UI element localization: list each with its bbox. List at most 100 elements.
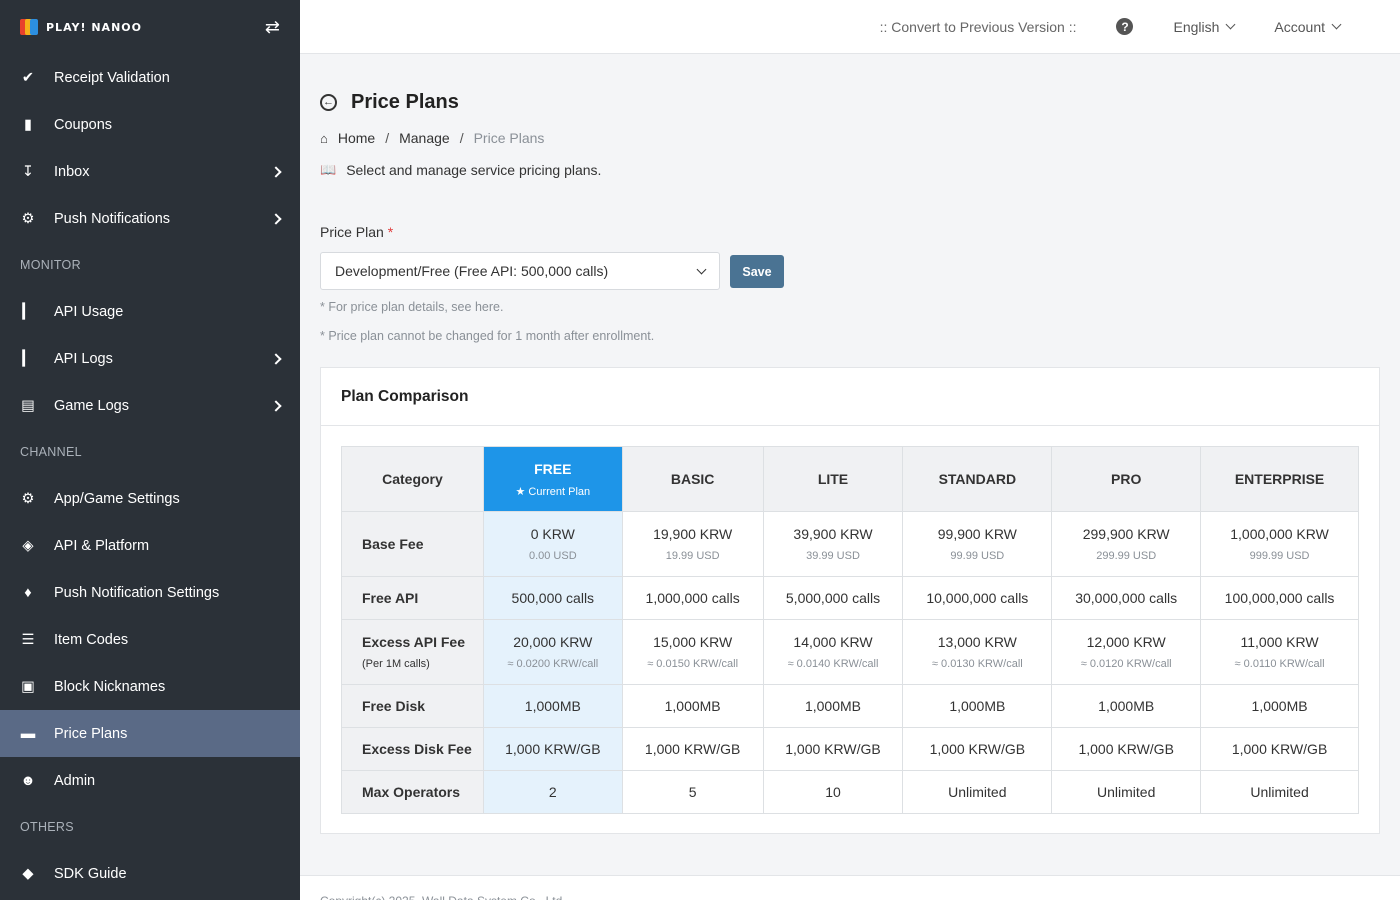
sidebar-item-push-notification-settings[interactable]: ♦ Push Notification Settings	[0, 569, 300, 616]
save-button[interactable]: Save	[730, 255, 784, 288]
cell-subvalue: 0.00 USD	[528, 550, 577, 562]
table-cell: 5,000,000 calls	[762, 576, 904, 620]
main-content: ← Price Plans ⌂ Home / Manage / Price Pl…	[300, 55, 1400, 900]
sidebar-item-app-game-settings[interactable]: ⚙ App/Game Settings	[0, 475, 300, 522]
table-cell: 19,900 KRW 19.99 USD	[621, 511, 764, 577]
user-plus-icon: ☻	[20, 772, 36, 789]
convert-version-link[interactable]: :: Convert to Previous Version ::	[880, 19, 1077, 35]
cell-subvalue: ≈ 0.0140 KRW/call	[787, 658, 879, 670]
table-cell: 1,000 KRW/GB	[762, 727, 904, 771]
sidebar-item-push-notifications[interactable]: ⚙ Push Notifications	[0, 195, 300, 242]
cell-subvalue: 299.99 USD	[1096, 550, 1157, 562]
row-label: Max Operators	[341, 770, 484, 814]
cell-subvalue: ≈ 0.0110 KRW/call	[1234, 658, 1325, 670]
sidebar-item-label: App/Game Settings	[54, 490, 180, 507]
cell-subvalue: 19.99 USD	[665, 550, 720, 562]
sidebar-item-label: API & Platform	[54, 537, 150, 554]
book-icon: 📖	[320, 162, 337, 177]
table-cell: 20,000 KRW ≈ 0.0200 KRW/call	[482, 619, 623, 685]
inbox-icon: ↧	[21, 163, 35, 180]
gear-icon: ⚙	[21, 210, 35, 227]
page-description: 📖 Select and manage service pricing plan…	[320, 162, 601, 178]
section-channel: CHANNEL	[20, 445, 82, 459]
swap-arrows-icon[interactable]: ⇄	[265, 17, 280, 38]
plan-header-standard: STANDARD	[902, 446, 1053, 512]
required-mark: *	[387, 224, 394, 240]
sidebar-item-receipt-validation[interactable]: ✔ Receipt Validation	[0, 54, 300, 101]
home-icon: ⌂	[320, 130, 328, 146]
breadcrumb-separator: /	[385, 130, 390, 146]
footer: Copyright(c) 2025. Wall Data System Co.,…	[300, 875, 1400, 900]
chevron-right-icon	[270, 399, 282, 412]
table-cell: 13,000 KRW ≈ 0.0130 KRW/call	[902, 619, 1053, 685]
sidebar-item-block-nicknames[interactable]: ▣ Block Nicknames	[0, 663, 300, 710]
sidebar-item-label: Item Codes	[54, 631, 129, 648]
gear-icon: ⚙	[21, 490, 35, 507]
table-cell: 11,000 KRW ≈ 0.0110 KRW/call	[1200, 619, 1359, 685]
sidebar-item-admin[interactable]: ☻ Admin	[0, 757, 300, 804]
table-cell: 1,000MB	[1200, 684, 1359, 728]
language-dropdown[interactable]: English	[1173, 19, 1236, 35]
plan-comparison-table: Category FREE ★ Current Plan BASIC LITE STAN…	[341, 446, 1359, 814]
account-dropdown[interactable]: Account	[1274, 19, 1342, 35]
table-cell: 39,900 KRW 39.99 USD	[762, 511, 904, 577]
title-row: ← Price Plans	[320, 91, 459, 114]
section-monitor: MONITOR	[20, 258, 81, 272]
price-plan-label: Price Plan *	[320, 224, 394, 240]
current-plan-badge: ★ Current Plan	[515, 485, 591, 498]
sidebar-item-coupons[interactable]: ▮ Coupons	[0, 101, 300, 148]
row-label: Excess API Fee (Per 1M calls)	[341, 619, 484, 685]
sidebar-item-label: Block Nicknames	[54, 678, 166, 695]
sidebar-item-api-platform[interactable]: ◈ API & Platform	[0, 522, 300, 569]
credit-card-icon: ▬	[20, 725, 36, 742]
sidebar-item-game-logs[interactable]: ▤ Game Logs	[0, 382, 300, 429]
chevron-down-icon	[1331, 19, 1342, 30]
plan-header-lite: LITE	[762, 446, 904, 512]
category-header: Category	[341, 446, 484, 512]
logo-mark-icon	[20, 19, 38, 35]
table-row: Free API 500,000 calls 1,000,000 calls 5,00…	[341, 576, 1359, 620]
sidebar-item-label: Admin	[54, 772, 96, 789]
plan-header-free: FREE ★ Current Plan	[482, 446, 623, 512]
shield-check-icon: ✔	[21, 69, 35, 86]
breadcrumb-home[interactable]: Home	[338, 130, 375, 146]
row-label: Base Fee	[341, 511, 484, 577]
bell-icon: ♦	[24, 584, 32, 601]
cell-subvalue: 99.99 USD	[950, 550, 1005, 562]
select-value: Development/Free (Free API: 500,000 call…	[335, 263, 609, 279]
sidebar-item-price-plans[interactable]: ▬ Price Plans	[0, 710, 300, 757]
breadcrumb-manage[interactable]: Manage	[399, 130, 450, 146]
table-cell: 1,000 KRW/GB	[902, 727, 1053, 771]
plan-details-note[interactable]: * For price plan details, see here.	[320, 300, 503, 314]
sidebar-item-label: API Logs	[54, 350, 113, 367]
ticket-icon: ▮	[24, 116, 32, 133]
table-cell: 1,000,000 KRW 999.99 USD	[1200, 511, 1359, 577]
sidebar-item-label: Price Plans	[54, 725, 128, 742]
back-arrow-icon[interactable]: ←	[320, 94, 337, 111]
sidebar-item-label: Push Notification Settings	[54, 584, 220, 601]
sidebar-item-sdk-guide[interactable]: ◆ SDK Guide	[0, 850, 300, 897]
breadcrumb: ⌂ Home / Manage / Price Plans	[320, 130, 544, 146]
document-icon: ▤	[21, 397, 35, 414]
sidebar-item-api-logs[interactable]: ▎ API Logs	[0, 335, 300, 382]
table-cell: 1,000MB	[762, 684, 904, 728]
logo[interactable]: PLAY! NANOO	[20, 19, 142, 35]
table-cell: 5	[621, 770, 764, 814]
table-cell: 1,000 KRW/GB	[621, 727, 764, 771]
table-cell: 99,900 KRW 99.99 USD	[902, 511, 1053, 577]
description-text: Select and manage service pricing plans.	[346, 162, 602, 178]
help-icon[interactable]: ?	[1116, 18, 1134, 35]
table-row: Base Fee 0 KRW 0.00 USD 19,900 KRW 19.99 USD…	[341, 511, 1359, 577]
table-cell: 1,000,000 calls	[621, 576, 764, 620]
topbar: :: Convert to Previous Version :: ? Engl…	[300, 0, 1400, 54]
table-row: Free Disk 1,000MB 1,000MB 1,000MB 1,000MB 1,0…	[341, 684, 1359, 728]
sidebar-item-item-codes[interactable]: ☰ Item Codes	[0, 616, 300, 663]
chevron-right-icon	[270, 212, 282, 225]
sidebar-item-inbox[interactable]: ↧ Inbox	[0, 148, 300, 195]
table-row: Max Operators 2 5 10 Unlimited Unlimited Unlim…	[341, 770, 1359, 814]
price-plan-select[interactable]: Development/Free (Free API: 500,000 call…	[320, 252, 720, 290]
table-cell: Unlimited	[1051, 770, 1202, 814]
sidebar-item-api-usage[interactable]: ▎ API Usage	[0, 288, 300, 335]
table-cell: 1,000 KRW/GB	[1200, 727, 1359, 771]
plan-header-pro: PRO	[1051, 446, 1202, 512]
